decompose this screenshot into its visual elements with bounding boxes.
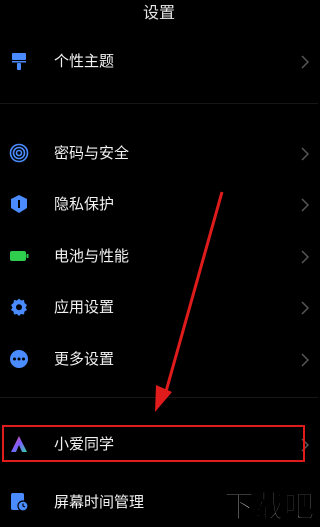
- watermark-text: 下载吧: [224, 490, 314, 523]
- annotation-arrow-icon: [155, 191, 224, 412]
- watermark-logo: 下载吧: [196, 489, 316, 526]
